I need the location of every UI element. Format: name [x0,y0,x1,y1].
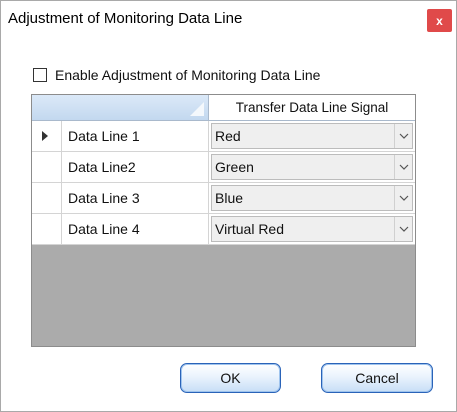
title-bar: Adjustment of Monitoring Data Line x [1,1,456,39]
signal-select[interactable]: Blue [211,185,413,211]
close-button[interactable]: x [427,9,452,32]
signal-select[interactable]: Red [211,123,413,149]
close-icon: x [436,13,443,28]
signal-cell: Virtual Red [209,214,415,245]
table-row[interactable]: Data Line 1 Red [32,121,415,152]
enable-adjustment-checkbox[interactable] [33,68,47,82]
signal-cell: Red [209,121,415,152]
signal-cell: Blue [209,183,415,214]
signal-select[interactable]: Green [211,154,413,180]
row-selector[interactable] [32,183,62,214]
enable-adjustment-row[interactable]: Enable Adjustment of Monitoring Data Lin… [33,66,320,84]
signal-select-value: Blue [215,190,244,206]
ok-button[interactable]: OK [180,363,281,393]
enable-adjustment-label: Enable Adjustment of Monitoring Data Lin… [55,67,321,83]
data-line-label: Data Line2 [62,152,209,183]
signal-cell: Green [209,152,415,183]
current-row-arrow-icon [42,131,48,141]
corner-triangle-icon [190,102,204,116]
column-header-transfer-signal[interactable]: Transfer Data Line Signal [209,95,415,121]
signal-select[interactable]: Virtual Red [211,216,413,242]
monitoring-data-line-dialog: Adjustment of Monitoring Data Line x Ena… [0,0,457,412]
table-row[interactable]: Data Line2 Green [32,152,415,183]
chevron-down-icon[interactable] [394,217,412,241]
row-selector[interactable] [32,214,62,245]
row-selector[interactable] [32,152,62,183]
data-line-label: Data Line 3 [62,183,209,214]
chevron-down-icon[interactable] [394,124,412,148]
row-selector[interactable] [32,121,62,152]
chevron-down-icon[interactable] [394,155,412,179]
chevron-down-icon[interactable] [394,186,412,210]
signal-select-value: Virtual Red [215,221,285,237]
signal-select-value: Green [215,159,254,175]
table-row[interactable]: Data Line 3 Blue [32,183,415,214]
dialog-title: Adjustment of Monitoring Data Line [8,10,243,27]
data-line-label: Data Line 4 [62,214,209,245]
signal-select-value: Red [215,128,241,144]
select-all-corner-cell[interactable] [32,95,209,121]
data-line-grid: Transfer Data Line Signal Data Line 1 Re… [31,94,416,347]
data-line-label: Data Line 1 [62,121,209,152]
table-row[interactable]: Data Line 4 Virtual Red [32,214,415,245]
cancel-button[interactable]: Cancel [321,363,433,393]
grid-header: Transfer Data Line Signal [32,95,415,121]
